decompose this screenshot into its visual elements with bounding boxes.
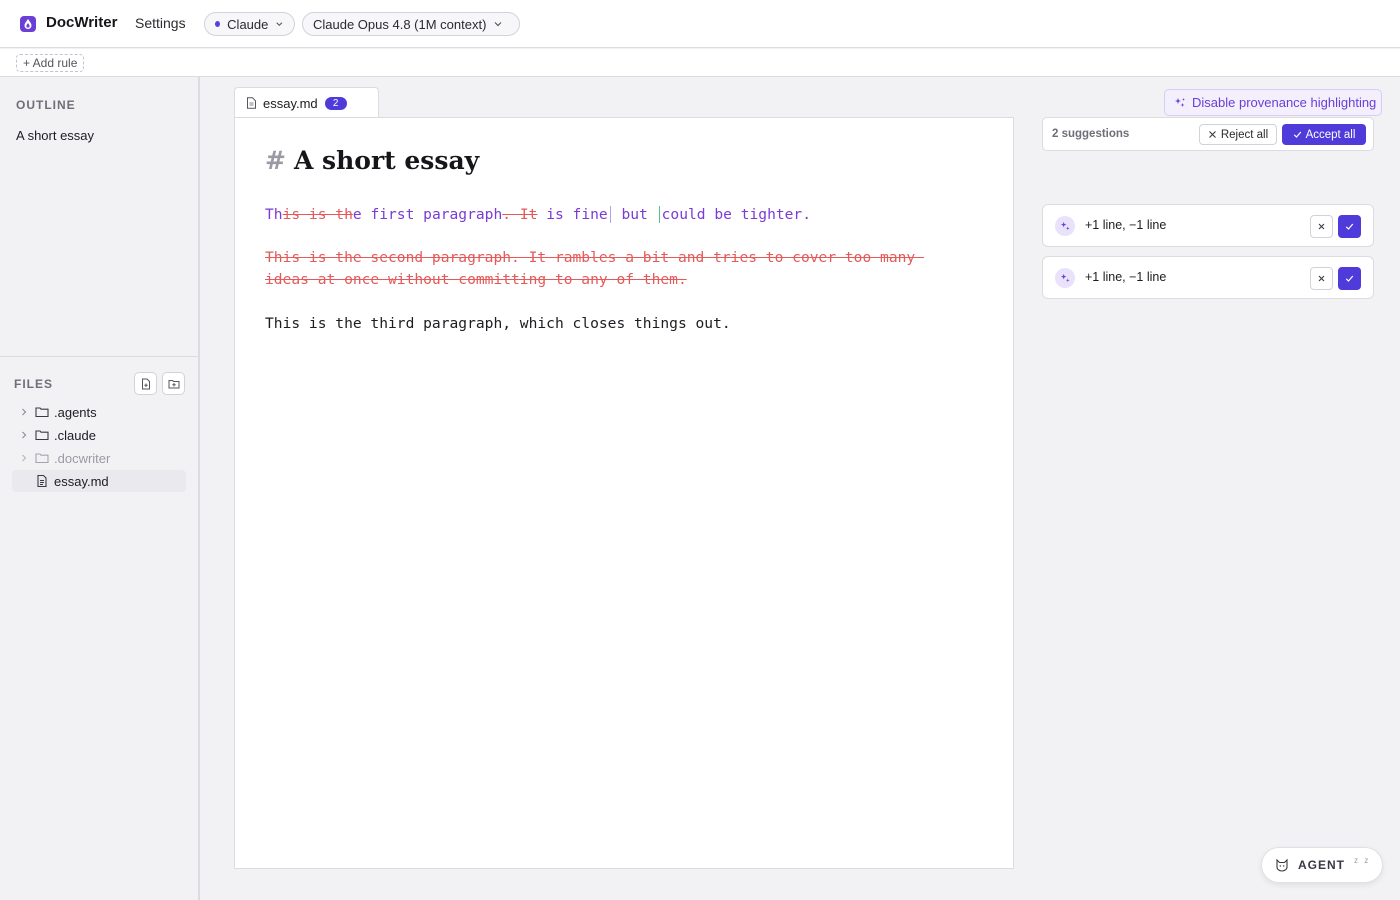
- new-file-icon: [141, 378, 150, 389]
- new-file-button[interactable]: [134, 372, 157, 395]
- docwriter-logo-icon: [20, 16, 36, 32]
- document-title[interactable]: # A short essay: [265, 146, 479, 175]
- tab-essay-md[interactable]: essay.md 2: [234, 87, 379, 118]
- tree-item-label: essay.md: [54, 473, 109, 489]
- outline-item[interactable]: A short essay: [16, 128, 94, 143]
- provenance-marker: [609, 206, 611, 223]
- inserted-text: is fine: [537, 206, 608, 223]
- agent-sleep-indicator: z z: [1354, 856, 1371, 865]
- paragraph-3[interactable]: This is the third paragraph, which close…: [265, 313, 965, 335]
- app-name: DocWriter: [46, 14, 118, 31]
- document-editor[interactable]: # A short essay This is the first paragra…: [234, 117, 1014, 869]
- ai-suggestion-avatar: [1055, 216, 1075, 236]
- paragraph-2[interactable]: This is the second paragraph. It rambles…: [265, 247, 965, 291]
- sparkles-icon: [1060, 221, 1070, 230]
- chevron-right-icon: [22, 454, 27, 462]
- tree-item-agents[interactable]: .agents: [12, 401, 186, 423]
- accept-all-button[interactable]: Accept all: [1282, 124, 1366, 145]
- toggle-provenance-label: Disable provenance highlighting: [1192, 95, 1377, 110]
- close-icon: [1318, 223, 1325, 230]
- check-icon: [1345, 223, 1354, 230]
- reject-all-label: Reject all: [1220, 128, 1269, 141]
- suggestion-card[interactable]: +1 line, −1 line: [1042, 256, 1374, 299]
- model-select[interactable]: Claude Opus 4.8 (1M context): [302, 12, 520, 36]
- files-heading: FILES: [14, 377, 54, 391]
- provenance-marker: [658, 206, 660, 223]
- provider-label: Claude: [227, 16, 269, 32]
- sidebar-divider[interactable]: [0, 356, 198, 357]
- check-icon: [1293, 131, 1301, 138]
- tree-item-label: .claude: [54, 427, 96, 443]
- reject-suggestion-button[interactable]: [1310, 267, 1333, 290]
- chevron-down-icon: [494, 22, 502, 27]
- tree-item-essay-md[interactable]: essay.md: [12, 470, 186, 492]
- reject-suggestion-button[interactable]: [1310, 215, 1333, 238]
- accept-suggestion-button[interactable]: [1338, 267, 1361, 290]
- check-icon: [1345, 275, 1354, 282]
- inserted-text: e first paragraph: [352, 206, 503, 223]
- cat-icon: [1276, 858, 1288, 872]
- agent-button[interactable]: AGENT z z: [1261, 847, 1383, 883]
- suggestions-bar: 2 suggestions Reject all Accept all: [1042, 117, 1374, 151]
- reject-all-button[interactable]: Reject all: [1199, 124, 1277, 145]
- sidebar: OUTLINE A short essay FILES .agents .cla…: [0, 77, 200, 900]
- suggestion-card[interactable]: +1 line, −1 line: [1042, 204, 1374, 247]
- model-label: Claude Opus 4.8 (1M context): [313, 16, 487, 32]
- suggestion-count-badge: 2: [324, 96, 347, 110]
- inserted-text: but: [612, 206, 657, 223]
- tab-label: essay.md: [263, 95, 318, 111]
- inserted-text: Th: [265, 206, 283, 223]
- provider-status-dot: [215, 21, 221, 27]
- ai-suggestion-avatar: [1055, 268, 1075, 288]
- chevron-right-icon: [22, 408, 27, 416]
- new-folder-icon: [168, 379, 179, 388]
- accept-suggestion-button[interactable]: [1338, 215, 1361, 238]
- sparkles-icon: [1175, 97, 1185, 107]
- tree-item-claude[interactable]: .claude: [12, 424, 186, 446]
- folder-icon: [35, 430, 49, 441]
- rules-bar: + Add rule: [0, 49, 1400, 77]
- toggle-provenance-button[interactable]: Disable provenance highlighting: [1164, 89, 1382, 116]
- outline-heading: OUTLINE: [16, 98, 76, 112]
- tree-item-label: .agents: [54, 404, 97, 420]
- suggestions-count: 2 suggestions: [1052, 128, 1130, 140]
- agent-label: AGENT: [1298, 858, 1345, 872]
- deleted-text: is is th: [282, 206, 353, 223]
- suggestion-summary: +1 line, −1 line: [1085, 218, 1167, 232]
- deleted-text: This is the second paragraph. It rambles…: [265, 249, 924, 288]
- heading-marker: #: [265, 146, 286, 175]
- paragraph-1[interactable]: This is the first paragraph. It is fine …: [265, 204, 965, 226]
- chevron-right-icon: [22, 431, 27, 439]
- document-title-text: A short essay: [293, 146, 480, 175]
- tree-item-docwriter[interactable]: .docwriter: [12, 447, 186, 469]
- top-bar: DocWriter Settings Claude Claude Opus 4.…: [0, 0, 1400, 48]
- add-rule-button[interactable]: + Add rule: [16, 54, 85, 72]
- settings-link[interactable]: Settings: [135, 15, 186, 31]
- folder-icon: [35, 453, 49, 464]
- deleted-text: . It: [502, 206, 538, 223]
- new-folder-button[interactable]: [162, 372, 185, 395]
- close-icon: [1318, 275, 1325, 282]
- inserted-text: could be tighter.: [661, 206, 812, 223]
- file-icon: [37, 474, 47, 488]
- sparkles-icon: [1060, 273, 1070, 282]
- suggestion-summary: +1 line, −1 line: [1085, 270, 1167, 284]
- folder-icon: [35, 407, 49, 418]
- close-icon: [1208, 131, 1216, 138]
- provider-select[interactable]: Claude: [204, 12, 295, 36]
- accept-all-label: Accept all: [1305, 128, 1356, 141]
- file-icon: [247, 97, 256, 109]
- chevron-down-icon: [276, 22, 283, 27]
- tree-item-label: .docwriter: [54, 450, 111, 466]
